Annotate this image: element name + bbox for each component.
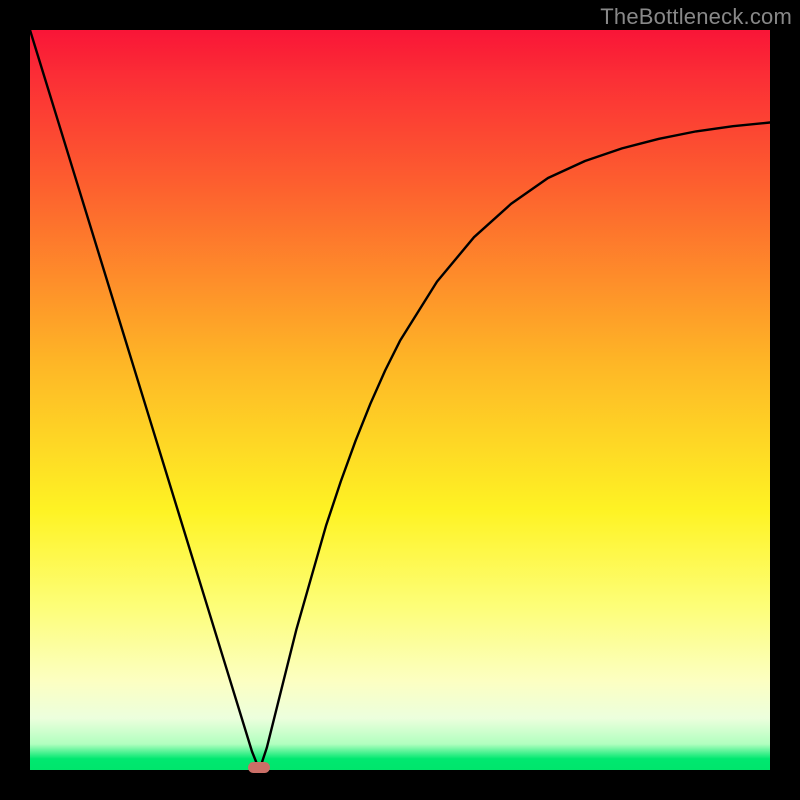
watermark-text: TheBottleneck.com	[600, 4, 792, 30]
curve-path	[30, 30, 770, 770]
plot-area	[30, 30, 770, 770]
chart-frame: TheBottleneck.com	[0, 0, 800, 800]
bottleneck-curve	[30, 30, 770, 770]
optimal-marker	[248, 762, 270, 773]
